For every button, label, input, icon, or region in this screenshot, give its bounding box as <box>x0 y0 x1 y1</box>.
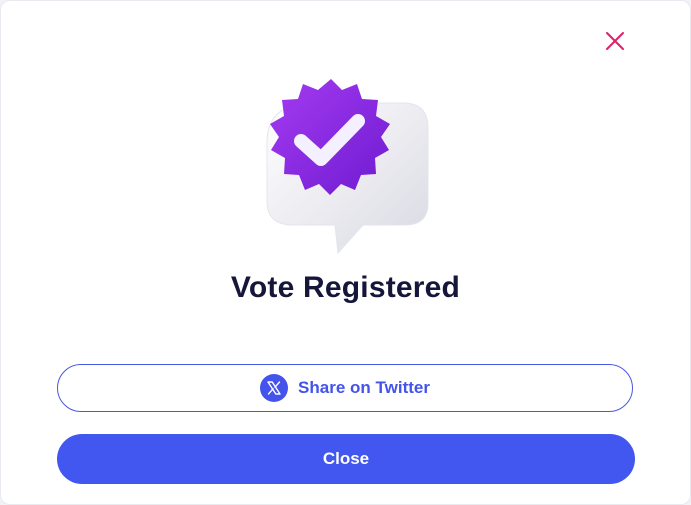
close-icon[interactable] <box>601 27 629 55</box>
verified-badge-icon <box>253 73 439 259</box>
share-on-twitter-button[interactable]: Share on Twitter <box>57 364 633 412</box>
dialog-title: Vote Registered <box>230 271 461 304</box>
x-twitter-icon <box>260 374 289 402</box>
vote-registered-dialog: Vote Registered Share on Twitter Close <box>0 0 691 505</box>
share-button-label: Share on Twitter <box>298 378 430 397</box>
close-button-label: Close <box>322 449 370 468</box>
close-button[interactable]: Close <box>57 434 635 484</box>
